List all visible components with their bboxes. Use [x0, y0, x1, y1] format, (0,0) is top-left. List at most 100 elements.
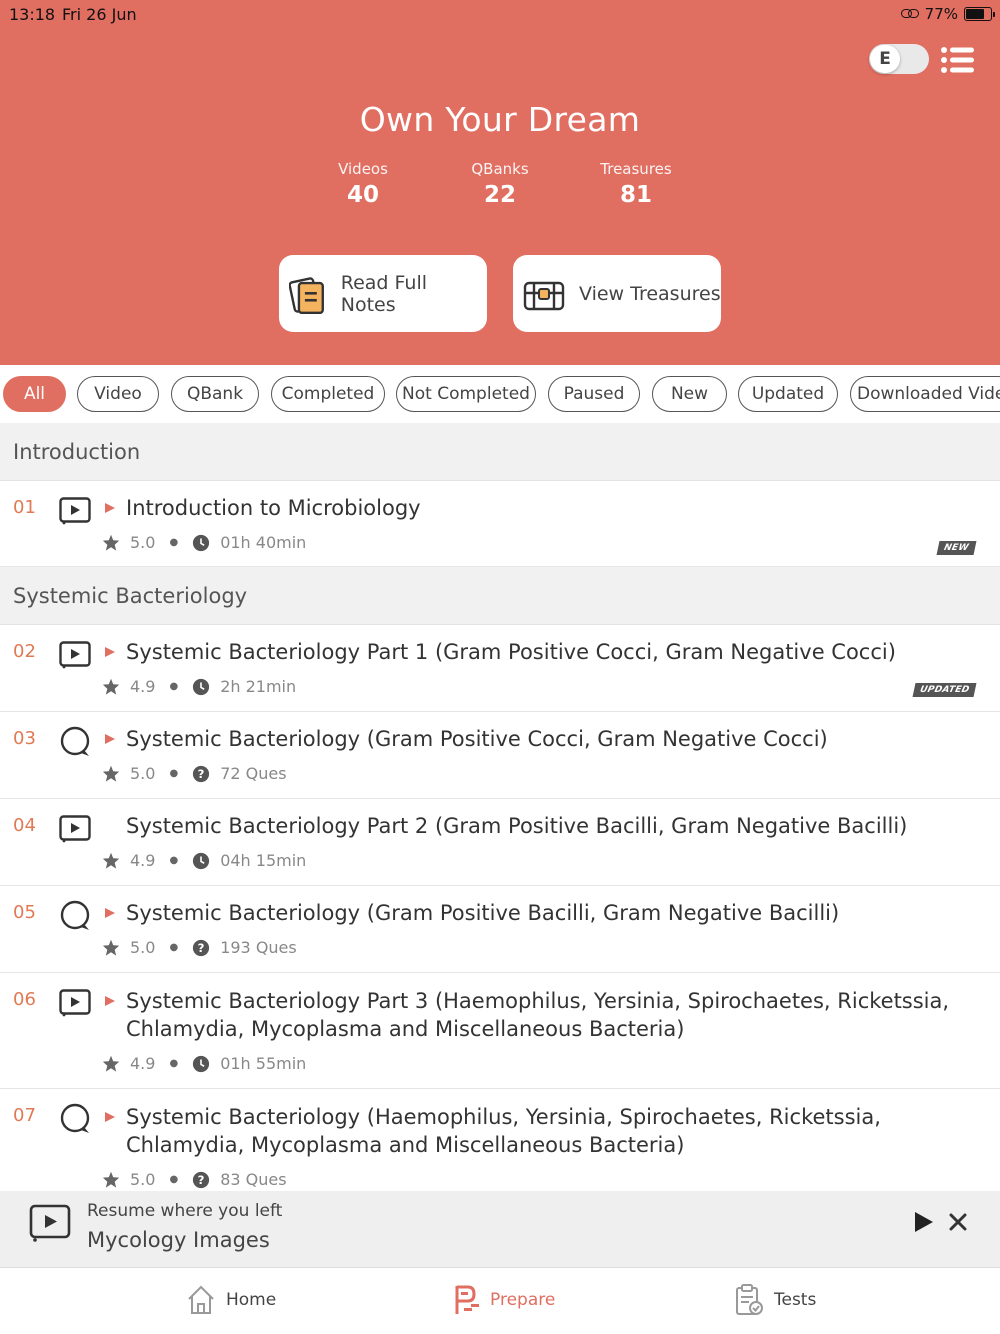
item-question-count: 83 Ques — [220, 1170, 287, 1189]
list-item[interactable]: 02 Systemic Bacteriology Part 1 (Gram Po… — [0, 625, 1000, 712]
item-duration: 01h 40min — [220, 533, 307, 552]
tab-bar: Home Prepare Tests — [0, 1268, 1000, 1334]
new-badge: NEW — [936, 541, 977, 555]
list-item[interactable]: 06 Systemic Bacteriology Part 3 (Haemoph… — [0, 973, 1000, 1089]
svg-text:?: ? — [198, 767, 205, 781]
meta-separator: ● — [169, 855, 179, 866]
clock-icon — [193, 852, 210, 869]
tab-tests[interactable]: Tests — [734, 1284, 816, 1316]
item-title: Systemic Bacteriology Part 2 (Gram Posit… — [126, 814, 908, 838]
item-number: 02 — [13, 641, 36, 662]
item-meta: 5.0 ● ? 72 Ques — [102, 764, 287, 783]
toggle-knob: E — [870, 45, 900, 73]
item-title-wrap: Introduction to Microbiology — [105, 494, 970, 522]
filter-updated[interactable]: Updated — [738, 376, 838, 412]
item-title: Systemic Bacteriology Part 3 (Haemophilu… — [126, 989, 950, 1041]
meta-separator: ● — [169, 768, 179, 779]
item-meta: 4.9 ● 2h 21min — [102, 677, 296, 696]
prepare-icon — [455, 1285, 479, 1314]
clock-icon — [193, 534, 210, 551]
tab-prepare[interactable]: Prepare — [454, 1284, 555, 1316]
item-number: 05 — [13, 902, 36, 923]
stat-label: Videos — [338, 160, 388, 178]
question-icon: ? — [193, 765, 210, 782]
language-toggle[interactable]: E — [869, 44, 929, 74]
qbank-chat-icon — [60, 1103, 90, 1133]
item-title-wrap: Systemic Bacteriology Part 3 (Haemophilu… — [105, 987, 970, 1043]
svg-text:?: ? — [198, 941, 205, 955]
item-rating: 5.0 — [130, 533, 156, 552]
tab-home[interactable]: Home — [186, 1284, 276, 1316]
section-header: Systemic Bacteriology — [0, 567, 1000, 625]
played-marker-icon — [105, 503, 115, 513]
filter-downloaded-videos[interactable]: Downloaded Videos — [850, 376, 1000, 412]
star-icon — [102, 852, 120, 869]
view-treasures-button[interactable]: View Treasures — [513, 255, 721, 332]
item-title: Systemic Bacteriology Part 1 (Gram Posit… — [126, 640, 896, 664]
header-hero: 13:18 Fri 26 Jun 77% E Own Your Dream Vi… — [0, 0, 1000, 365]
item-meta: 5.0 ● ? 193 Ques — [102, 938, 297, 957]
item-number: 06 — [13, 989, 36, 1010]
clock-icon — [193, 1055, 210, 1072]
stat-label: QBanks — [471, 160, 529, 178]
meta-separator: ● — [169, 1174, 179, 1185]
played-marker-icon — [105, 647, 115, 657]
star-icon — [102, 1055, 120, 1072]
item-rating: 5.0 — [130, 1170, 156, 1189]
close-icon[interactable] — [949, 1213, 967, 1231]
meta-separator: ● — [169, 1058, 179, 1069]
played-marker-icon — [105, 908, 115, 918]
list-item[interactable]: 07 Systemic Bacteriology (Haemophilus, Y… — [0, 1089, 1000, 1191]
played-marker-icon — [105, 1112, 115, 1122]
list-item[interactable]: 03 Systemic Bacteriology (Gram Positive … — [0, 712, 1000, 799]
item-rating: 4.9 — [130, 851, 156, 870]
clipboard-check-icon — [736, 1284, 763, 1315]
filter-qbank[interactable]: QBank — [171, 376, 259, 412]
filter-not-completed[interactable]: Not Completed — [396, 376, 536, 412]
video-icon — [29, 1204, 71, 1242]
read-full-notes-button[interactable]: Read Full Notes — [279, 255, 487, 332]
item-title-wrap: Systemic Bacteriology Part 1 (Gram Posit… — [105, 638, 970, 666]
item-duration: 04h 15min — [220, 851, 307, 870]
star-icon — [102, 765, 120, 782]
notes-icon — [289, 276, 324, 314]
item-rating: 5.0 — [130, 938, 156, 957]
list-item[interactable]: 04 Systemic Bacteriology Part 2 (Gram Po… — [0, 799, 1000, 886]
item-duration: 01h 55min — [220, 1054, 307, 1073]
stat-value: 22 — [483, 182, 516, 208]
meta-separator: ● — [169, 537, 179, 548]
played-marker-icon — [105, 996, 115, 1006]
resume-bar[interactable]: Resume where you left Mycology Images — [0, 1191, 1000, 1268]
filter-completed[interactable]: Completed — [271, 376, 385, 412]
battery-icon — [964, 7, 995, 21]
item-rating: 4.9 — [130, 677, 156, 696]
item-title-wrap: Systemic Bacteriology (Gram Positive Coc… — [105, 725, 970, 753]
resume-label: Resume where you left — [87, 1201, 283, 1221]
meta-separator: ● — [169, 681, 179, 692]
item-title: Systemic Bacteriology (Gram Positive Coc… — [126, 727, 828, 751]
meta-separator: ● — [169, 942, 179, 953]
item-question-count: 193 Ques — [220, 938, 297, 957]
filter-all[interactable]: All — [3, 376, 66, 412]
filter-video[interactable]: Video — [77, 376, 159, 412]
filter-new[interactable]: New — [652, 376, 727, 412]
list-item[interactable]: 01 Introduction to Microbiology 5.0 ● 01… — [0, 481, 1000, 567]
item-number: 07 — [13, 1105, 36, 1126]
status-date: Fri 26 Jun — [62, 5, 137, 24]
stat-treasures: Treasures 81 — [566, 160, 706, 208]
status-time: 13:18 — [9, 5, 56, 24]
view-treasures-label: View Treasures — [579, 282, 721, 305]
list-item[interactable]: 05 Systemic Bacteriology (Gram Positive … — [0, 886, 1000, 973]
stat-videos: Videos 40 — [293, 160, 433, 208]
svg-text:?: ? — [198, 1173, 205, 1187]
star-icon — [102, 1171, 120, 1188]
tab-tests-label: Tests — [774, 1290, 817, 1310]
personal-hotspot-icon — [900, 9, 919, 19]
qbank-chat-icon — [60, 900, 90, 930]
filter-paused[interactable]: Paused — [548, 376, 640, 412]
stat-label: Treasures — [600, 160, 672, 178]
item-meta: 4.9 ● 01h 55min — [102, 1054, 306, 1073]
play-icon[interactable] — [913, 1210, 935, 1234]
item-title-wrap: Systemic Bacteriology Part 2 (Gram Posit… — [126, 812, 970, 840]
list-menu-icon[interactable] — [940, 46, 976, 74]
